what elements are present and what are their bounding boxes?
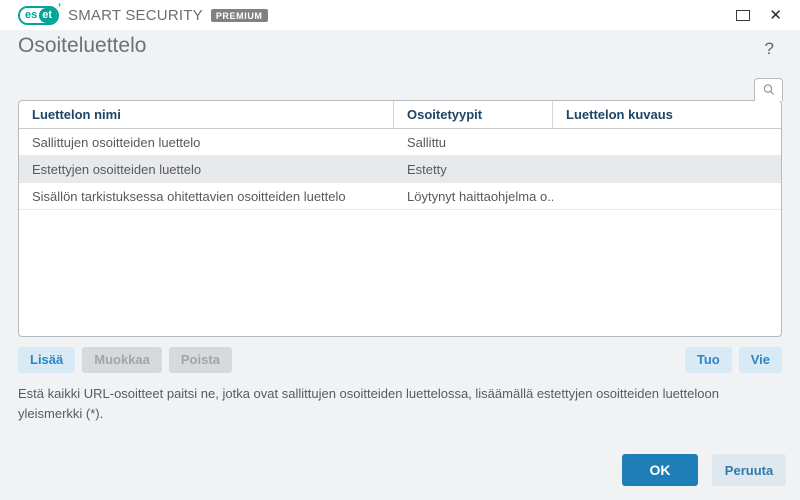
row-type: Estetty <box>407 161 447 177</box>
eset-logo-es: es <box>20 7 40 23</box>
column-header-desc: Luettelon kuvaus <box>566 107 673 122</box>
search-icon <box>763 84 774 95</box>
search-button[interactable] <box>754 78 783 101</box>
column-header-name: Luettelon nimi <box>19 101 394 128</box>
eset-logo-et: et <box>39 7 58 23</box>
window-controls: ✕ <box>736 8 800 23</box>
row-name: Estettyjen osoitteiden luettelo <box>32 161 202 177</box>
delete-button[interactable]: Poista <box>168 347 232 373</box>
close-button[interactable]: ✕ <box>769 8 782 23</box>
table-row[interactable]: Sisällön tarkistuksessa ohitettavien oso… <box>19 183 781 210</box>
row-desc <box>553 156 781 182</box>
titlebar: es et SMART SECURITY PREMIUM ✕ <box>0 0 800 30</box>
table-header-row: Luettelon nimi Osoitetyypit Luettelon ku… <box>19 101 781 129</box>
address-list-table: Luettelon nimi Osoitetyypit Luettelon ku… <box>18 100 782 337</box>
row-type: Sallittu <box>407 134 447 150</box>
table-row[interactable]: Estettyjen osoitteiden luettelo Estetty <box>19 156 781 183</box>
row-type: Löytynyt haittaohjelma o... <box>407 188 553 204</box>
row-name: Sisällön tarkistuksessa ohitettavien oso… <box>32 188 346 204</box>
page-title: Osoiteluettelo <box>18 34 147 57</box>
edit-button[interactable]: Muokkaa <box>82 347 162 373</box>
export-button[interactable]: Vie <box>738 347 782 373</box>
add-button[interactable]: Lisää <box>18 347 76 373</box>
description-text: Estä kaikki URL-osoitteet paitsi ne, jot… <box>18 386 719 421</box>
premium-badge: PREMIUM <box>210 8 268 22</box>
table-row[interactable]: Sallittujen osoitteiden luettelo Sallitt… <box>19 129 781 156</box>
row-desc <box>553 129 781 155</box>
import-button[interactable]: Tuo <box>684 347 732 373</box>
column-header-type: Osoitetyypit <box>394 101 553 128</box>
ok-button[interactable]: OK <box>622 454 698 486</box>
row-desc <box>553 183 781 209</box>
cancel-button[interactable]: Peruuta <box>712 454 786 486</box>
maximize-button[interactable] <box>736 9 751 21</box>
table-action-bar: Lisää Muokkaa Poista Tuo Vie <box>18 347 782 373</box>
product-name: SMART SECURITY <box>68 6 203 24</box>
help-button[interactable]: ? <box>759 38 780 60</box>
row-name: Sallittujen osoitteiden luettelo <box>32 134 201 150</box>
action-bar-spacer <box>239 347 678 373</box>
eset-logo-icon: es et <box>18 1 61 25</box>
